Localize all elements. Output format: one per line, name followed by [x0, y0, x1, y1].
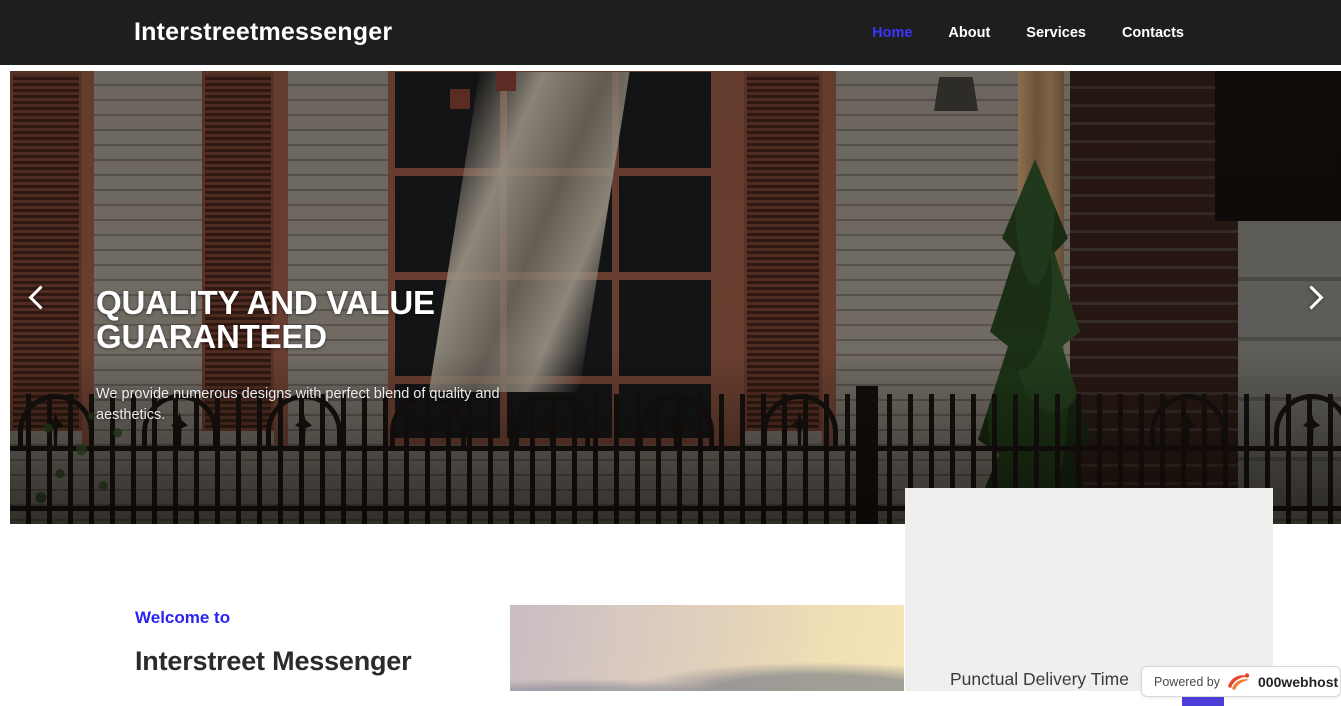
- welcome-section: Welcome to Interstreet Messenger: [135, 608, 495, 677]
- welcome-heading: Interstreet Messenger: [135, 646, 412, 676]
- nav-link-contacts[interactable]: Contacts: [1104, 25, 1202, 41]
- webhost-powered-by-label: Powered by: [1154, 674, 1221, 689]
- site-brand[interactable]: Interstreetmessenger: [134, 18, 392, 47]
- chevron-left-icon: [27, 285, 53, 310]
- welcome-image: [510, 605, 904, 691]
- carousel-next-button[interactable]: [1281, 71, 1341, 524]
- webhost-badge[interactable]: Powered by 000webhost: [1141, 666, 1341, 697]
- chevron-right-icon: [1298, 285, 1324, 310]
- carousel-prev-button[interactable]: [10, 71, 70, 524]
- hero-carousel[interactable]: QUALITY AND VALUE GUARANTEED We provide …: [10, 71, 1341, 524]
- promo-panel-caption: Punctual Delivery Time: [950, 669, 1129, 689]
- hero-title: QUALITY AND VALUE GUARANTEED: [96, 284, 435, 355]
- nav-link-home[interactable]: Home: [854, 25, 930, 41]
- main-navigation: Home About Services Contacts: [854, 25, 1202, 41]
- site-header: Interstreetmessenger Home About Services…: [0, 0, 1341, 65]
- webhost-name-label: 000webhost: [1258, 673, 1339, 690]
- hero-caption: QUALITY AND VALUE GUARANTEED We provide …: [96, 286, 656, 426]
- welcome-eyebrow: Welcome to: [135, 608, 231, 627]
- nav-link-about[interactable]: About: [930, 25, 1008, 41]
- hero-subtitle: We provide numerous designs with perfect…: [96, 386, 500, 424]
- nav-link-services[interactable]: Services: [1008, 25, 1104, 41]
- 000webhost-swoosh-icon: [1226, 672, 1252, 692]
- promo-panel: [905, 488, 1273, 691]
